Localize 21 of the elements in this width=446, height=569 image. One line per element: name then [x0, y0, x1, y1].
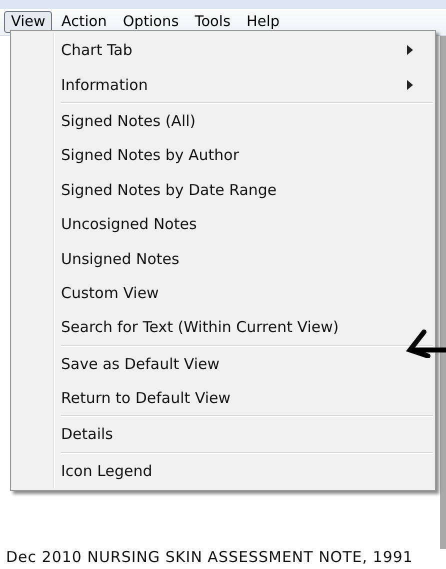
menu-bar-item[interactable]: Action [54, 11, 114, 33]
menu-item[interactable]: Uncosigned Notes [13, 206, 433, 242]
menu-bar-item[interactable]: Tools [188, 11, 238, 33]
pointer-arrow-icon [406, 328, 446, 358]
menu-bar-item[interactable]: Help [240, 11, 287, 33]
note-row-text: Dec 2010 NURSING SKIN ASSESSMENT NOTE, 1991 [6, 548, 413, 566]
menu-item[interactable]: Details [13, 417, 433, 452]
menu-item[interactable]: Search for Text (Within Current View) [13, 310, 433, 345]
menu-bar-item[interactable]: Options [116, 11, 186, 33]
menu-item[interactable]: Signed Notes by Date Range [13, 172, 433, 207]
menu-item[interactable]: Custom View [13, 276, 433, 310]
menu-item[interactable]: Save as Default View [13, 346, 433, 381]
submenu-arrow-icon [407, 80, 413, 90]
menu-item[interactable]: Chart Tab [13, 33, 433, 68]
menu-item[interactable]: Information [13, 67, 433, 102]
menu-item[interactable]: Signed Notes (All) [13, 104, 433, 138]
submenu-arrow-icon [407, 45, 413, 56]
menu-item[interactable]: Signed Notes by Author [13, 138, 433, 173]
menu-item[interactable]: Unsigned Notes [13, 241, 433, 276]
menu-item[interactable]: Return to Default View [13, 380, 433, 416]
menu-item[interactable]: Icon Legend [13, 454, 433, 488]
